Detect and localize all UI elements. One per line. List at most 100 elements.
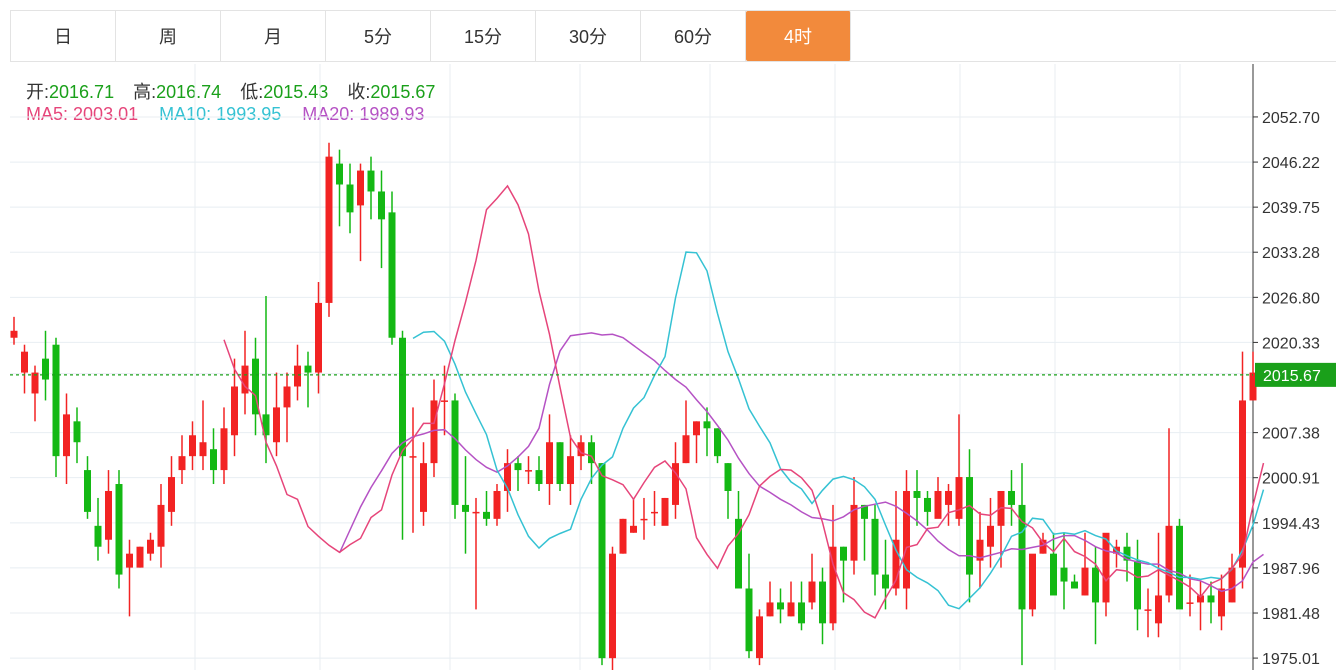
y-tick-label: 1987.96: [1262, 561, 1320, 578]
candle-body: [472, 511, 480, 514]
candle-body: [304, 365, 312, 373]
candle-body: [903, 490, 910, 589]
candle-body: [42, 358, 49, 380]
candle-body: [714, 428, 721, 457]
candle-body: [1008, 490, 1015, 505]
candle-body: [567, 456, 574, 485]
candle-body: [336, 163, 343, 185]
candle-body: [1029, 553, 1036, 610]
candle-body: [273, 407, 280, 443]
candle-body: [787, 602, 795, 617]
y-tick-label: 2046.22: [1262, 155, 1320, 172]
candle-body: [609, 553, 616, 659]
candle-body: [147, 539, 154, 554]
candle-body: [777, 602, 784, 610]
candle-body: [1155, 595, 1162, 624]
candle-body: [1071, 581, 1078, 589]
candle-body: [493, 490, 501, 519]
candle-body: [693, 421, 700, 436]
candle-body: [105, 490, 112, 540]
y-tick-label: 1975.01: [1262, 651, 1320, 668]
candlestick-chart[interactable]: 2052.70 2046.22 2039.75 2033.28 2026.80 2020.…: [0, 0, 1336, 670]
y-tick-label: 2020.33: [1262, 335, 1320, 352]
y-tick-label: 2007.38: [1262, 426, 1320, 443]
candle-body: [640, 518, 648, 521]
candle-body: [294, 365, 301, 387]
candle-body: [913, 490, 921, 498]
candle-body: [168, 477, 175, 512]
candle-body: [178, 456, 186, 471]
candle-body: [924, 497, 931, 512]
candle-body: [231, 386, 238, 436]
y-tick-label: 2052.70: [1262, 110, 1320, 127]
candle-body: [63, 414, 70, 457]
candle-body: [955, 477, 963, 519]
candle-body: [1102, 532, 1110, 603]
candle-body: [1060, 567, 1068, 582]
candle-body: [199, 442, 207, 457]
candle-body: [115, 484, 123, 575]
candle-body: [966, 477, 973, 575]
candle-body: [388, 212, 396, 338]
candle-body: [934, 490, 942, 519]
candle-body: [462, 504, 469, 512]
candle-body: [189, 435, 196, 457]
candle-body: [73, 421, 81, 443]
candle-body: [315, 302, 322, 373]
candle-body: [94, 525, 102, 547]
candle-body: [399, 337, 406, 457]
candle-body: [1081, 567, 1089, 596]
candle-body: [630, 525, 637, 533]
candle-body: [882, 574, 889, 589]
candle-body: [1176, 525, 1183, 610]
candle-body: [840, 546, 847, 561]
candle-body: [451, 400, 459, 505]
candle-body: [1134, 560, 1141, 610]
candle-body: [1165, 525, 1173, 596]
candle-body: [136, 546, 144, 568]
candle-body: [829, 546, 837, 624]
candle-body: [945, 490, 952, 505]
candle-body: [651, 511, 658, 514]
candle-body: [724, 463, 732, 491]
ma10-line: [412, 251, 1265, 610]
candle-body: [703, 421, 711, 429]
candle-body: [21, 351, 28, 373]
candle-body: [409, 456, 417, 458]
candle-body: [441, 400, 448, 402]
candle-body: [546, 442, 553, 485]
candle-body: [871, 518, 879, 575]
candle-body: [1207, 595, 1215, 603]
candle-body: [1218, 588, 1225, 617]
candle-body: [556, 442, 564, 485]
candle-body: [756, 616, 763, 659]
candle-body: [535, 470, 543, 485]
candle-body: [283, 386, 291, 408]
candle-body: [598, 463, 606, 659]
y-tick-label: 2026.80: [1262, 290, 1320, 307]
candle-body: [84, 470, 91, 512]
candle-body: [1228, 567, 1236, 603]
candle-body: [378, 191, 385, 220]
candle-body: [1050, 553, 1057, 596]
candle-body: [1092, 567, 1099, 603]
candle-body: [661, 497, 669, 526]
candle-body: [514, 463, 522, 471]
candle-body: [210, 449, 217, 471]
y-tick-label: 2033.28: [1262, 245, 1320, 262]
candle-body: [808, 581, 816, 603]
candle-body: [31, 372, 39, 394]
candle-body: [819, 581, 826, 624]
candle-body: [987, 525, 994, 547]
candle-body: [357, 170, 364, 206]
last-price-label: 2015.67: [1263, 368, 1321, 385]
y-tick-label: 1994.43: [1262, 516, 1320, 533]
candle-body: [346, 184, 354, 213]
candle-body: [483, 511, 490, 519]
y-tick-label: 1981.48: [1262, 606, 1320, 623]
candle-body: [766, 602, 774, 617]
candle-body: [325, 156, 333, 303]
candle-body: [126, 553, 133, 568]
candle-body: [1186, 602, 1194, 604]
candle-body: [420, 463, 427, 512]
